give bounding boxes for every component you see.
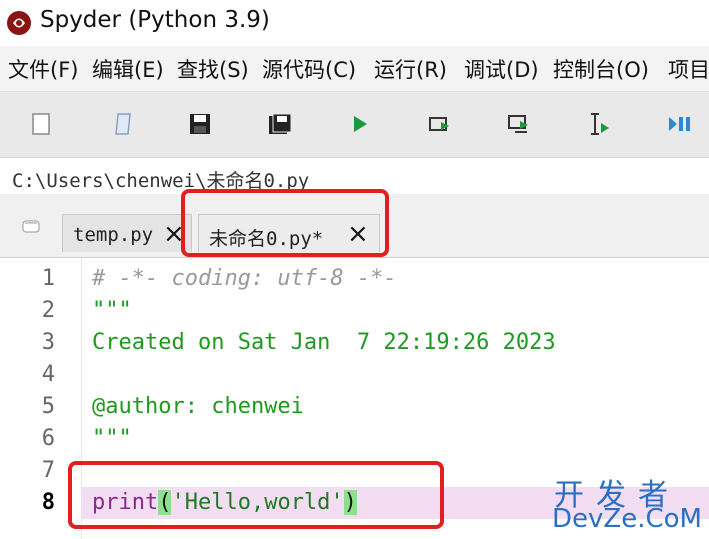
tab-temp-py[interactable]: temp.py × <box>62 214 192 252</box>
code-line-5: @author: chenwei <box>92 394 304 419</box>
menu-search[interactable]: 查找(S) <box>177 54 249 84</box>
menu-run[interactable]: 运行(R) <box>374 54 447 84</box>
save-icon <box>190 114 210 134</box>
line-number: 6 <box>41 426 55 451</box>
run-button[interactable] <box>346 110 374 138</box>
save-all-icon <box>269 113 292 134</box>
debug-continue-button[interactable] <box>666 110 694 138</box>
menu-file[interactable]: 文件(F) <box>8 54 78 84</box>
menu-projects[interactable]: 项目 <box>668 54 709 84</box>
watermark-en: DevZe.CoM <box>552 504 702 534</box>
annotation-box-code <box>68 461 444 529</box>
menu-edit[interactable]: 编辑(E) <box>92 54 164 84</box>
toolbar <box>0 92 709 158</box>
menu-debug[interactable]: 调试(D) <box>464 54 539 84</box>
menu-bar: 文件(F) 编辑(E) 查找(S) 源代码(C) 运行(R) 调试(D) 控制台… <box>0 46 709 92</box>
line-number: 5 <box>41 394 55 419</box>
run-icon <box>354 116 367 132</box>
menu-consoles[interactable]: 控制台(O) <box>553 54 649 84</box>
watermark: 开发者 DevZe.CoM <box>548 470 708 536</box>
window-title: Spyder (Python 3.9) <box>40 7 270 33</box>
new-file-button[interactable] <box>27 110 55 138</box>
line-number: 2 <box>41 298 55 323</box>
browse-tabs-icon <box>22 220 40 233</box>
line-number: 7 <box>41 458 55 483</box>
run-cell-advance-icon <box>508 115 528 133</box>
run-selection-button[interactable] <box>586 110 614 138</box>
save-button[interactable] <box>186 110 214 138</box>
save-all-button[interactable] <box>266 110 294 138</box>
line-number-current: 8 <box>41 490 55 515</box>
run-cell-button[interactable] <box>426 110 454 138</box>
line-number: 1 <box>41 266 55 291</box>
line-number: 3 <box>41 330 55 355</box>
code-line-1: # -*- coding: utf-8 -*- <box>92 266 397 291</box>
browse-tabs-button[interactable] <box>0 194 62 258</box>
open-file-button[interactable] <box>110 110 138 138</box>
tab-label: temp.py <box>73 224 154 246</box>
code-line-6: """ <box>92 426 132 451</box>
code-line-2: """ <box>92 298 132 323</box>
debug-continue-icon <box>669 117 690 131</box>
line-number: 4 <box>41 362 55 387</box>
run-cell-advance-button[interactable] <box>506 110 534 138</box>
spyder-logo-icon <box>7 11 31 35</box>
menu-source[interactable]: 源代码(C) <box>262 54 356 84</box>
open-file-icon <box>115 113 131 135</box>
annotation-box-tab <box>181 189 389 257</box>
run-cell-icon <box>429 117 449 131</box>
run-selection-icon <box>591 113 609 135</box>
code-line-3: Created on Sat Jan 7 22:19:26 2023 <box>92 330 556 355</box>
new-file-icon <box>32 113 50 135</box>
title-bar: Spyder (Python 3.9) <box>0 0 709 46</box>
